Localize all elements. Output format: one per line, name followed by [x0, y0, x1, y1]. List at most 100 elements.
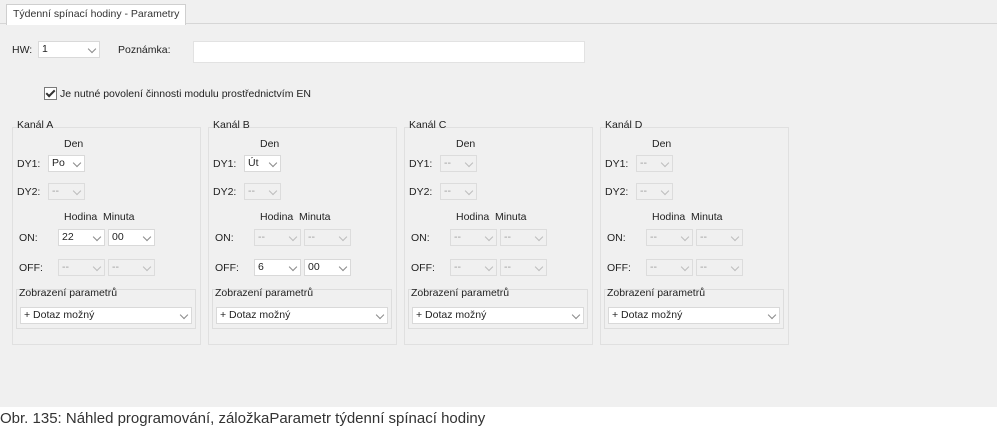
display-params-group: Zobrazení parametrů + Dotaz možný	[16, 287, 196, 329]
enable-checkbox[interactable]	[44, 87, 57, 100]
day-header: Den	[64, 138, 84, 150]
display-params-label: Zobrazení parametrů	[607, 287, 706, 299]
channel-group: Kanál B Den DY1: Út DY2: -- Hodina Minuta ON: -- -…	[208, 119, 397, 345]
display-params-group: Zobrazení parametrů + Dotaz možný	[212, 287, 392, 329]
off-label: OFF:	[607, 262, 631, 274]
off-minute-select-value: --	[700, 261, 707, 273]
chevron-down-icon	[142, 232, 152, 242]
on-label: ON:	[607, 232, 626, 244]
on-minute-select-value: 00	[112, 231, 124, 243]
chevron-down-icon	[268, 158, 278, 168]
off-hour-select[interactable]: --	[450, 259, 497, 276]
chevron-down-icon	[92, 232, 102, 242]
hour-header: Hodina	[260, 211, 294, 223]
enable-label: Je nutné povolení činnosti modulu prostř…	[60, 88, 311, 100]
channel-title: Kanál B	[213, 119, 250, 131]
hw-value: 1	[42, 43, 48, 55]
off-minute-select[interactable]: --	[696, 259, 743, 276]
off-minute-select[interactable]: 00	[304, 259, 351, 276]
on-minute-select-value: --	[308, 231, 315, 243]
on-minute-select[interactable]: --	[304, 229, 351, 246]
chevron-down-icon	[660, 186, 670, 196]
dy2-label: DY2:	[409, 186, 433, 198]
chevron-down-icon	[288, 232, 298, 242]
chevron-down-icon	[534, 262, 544, 272]
chevron-down-icon	[288, 262, 298, 272]
note-input[interactable]	[193, 41, 585, 63]
off-hour-select[interactable]: --	[58, 259, 105, 276]
dy2-select[interactable]: --	[636, 183, 673, 200]
on-hour-select-value: --	[258, 231, 265, 243]
tab-parameters[interactable]: Týdenní spínací hodiny - Parametry	[6, 4, 187, 25]
display-select-value: + Dotaz možný	[24, 309, 95, 321]
on-hour-select[interactable]: --	[450, 229, 497, 246]
minute-header: Minuta	[103, 211, 135, 223]
off-hour-select[interactable]: --	[646, 259, 693, 276]
chevron-down-icon	[730, 262, 740, 272]
channel-title: Kanál C	[409, 119, 447, 131]
off-label: OFF:	[215, 262, 239, 274]
display-select[interactable]: + Dotaz možný	[20, 307, 192, 324]
dy1-select[interactable]: --	[636, 155, 673, 172]
off-minute-select[interactable]: --	[108, 259, 155, 276]
dy2-select[interactable]: --	[440, 183, 477, 200]
on-label: ON:	[411, 232, 430, 244]
off-minute-select-value: --	[112, 261, 119, 273]
parameters-panel: Týdenní spínací hodiny - Parametry HW: 1…	[0, 0, 997, 407]
on-hour-select-value: --	[650, 231, 657, 243]
off-hour-select-value: --	[454, 261, 461, 273]
dy2-select-value: --	[444, 185, 451, 197]
hour-header: Hodina	[64, 211, 98, 223]
dy1-select-value: --	[444, 157, 451, 169]
display-select[interactable]: + Dotaz možný	[412, 307, 584, 324]
on-label: ON:	[19, 232, 38, 244]
chevron-down-icon	[92, 262, 102, 272]
hw-select[interactable]: 1	[38, 41, 100, 58]
off-label: OFF:	[411, 262, 435, 274]
display-params-label: Zobrazení parametrů	[411, 287, 510, 299]
on-minute-select[interactable]: 00	[108, 229, 155, 246]
minute-header: Minuta	[691, 211, 723, 223]
dy2-select[interactable]: --	[48, 183, 85, 200]
on-hour-select[interactable]: --	[646, 229, 693, 246]
dy1-select[interactable]: Po	[48, 155, 85, 172]
note-label: Poznámka:	[118, 44, 171, 56]
dy1-select[interactable]: Út	[244, 155, 281, 172]
on-minute-select[interactable]: --	[696, 229, 743, 246]
day-header: Den	[456, 138, 476, 150]
on-hour-select[interactable]: --	[254, 229, 301, 246]
display-select[interactable]: + Dotaz možný	[216, 307, 388, 324]
display-params-group: Zobrazení parametrů + Dotaz možný	[604, 287, 784, 329]
off-hour-select[interactable]: 6	[254, 259, 301, 276]
check-icon	[45, 87, 56, 98]
display-select[interactable]: + Dotaz možný	[608, 307, 780, 324]
off-hour-select-value: 6	[258, 261, 264, 273]
off-minute-select[interactable]: --	[500, 259, 547, 276]
on-hour-select[interactable]: 22	[58, 229, 105, 246]
on-minute-select-value: --	[504, 231, 511, 243]
display-params-group: Zobrazení parametrů + Dotaz možný	[408, 287, 588, 329]
hw-label: HW:	[12, 44, 33, 56]
channel-title: Kanál D	[605, 119, 643, 131]
on-minute-select[interactable]: --	[500, 229, 547, 246]
chevron-down-icon	[534, 232, 544, 242]
chevron-down-icon	[72, 158, 82, 168]
dy2-label: DY2:	[605, 186, 629, 198]
chevron-down-icon	[484, 232, 494, 242]
chevron-down-icon	[72, 186, 82, 196]
chevron-down-icon	[680, 262, 690, 272]
dy2-select[interactable]: --	[244, 183, 281, 200]
chevron-down-icon	[767, 310, 777, 320]
chevron-down-icon	[464, 186, 474, 196]
dy1-label: DY1:	[213, 158, 237, 170]
chevron-down-icon	[142, 262, 152, 272]
dy1-label: DY1:	[17, 158, 41, 170]
channel-group: Kanál C Den DY1: -- DY2: -- Hodina Minuta ON: -- -…	[404, 119, 593, 345]
hour-header: Hodina	[456, 211, 490, 223]
display-params-label: Zobrazení parametrů	[19, 287, 118, 299]
off-minute-select-value: --	[504, 261, 511, 273]
dy1-select-value: --	[640, 157, 647, 169]
day-header: Den	[260, 138, 280, 150]
chevron-down-icon	[464, 158, 474, 168]
dy1-select[interactable]: --	[440, 155, 477, 172]
